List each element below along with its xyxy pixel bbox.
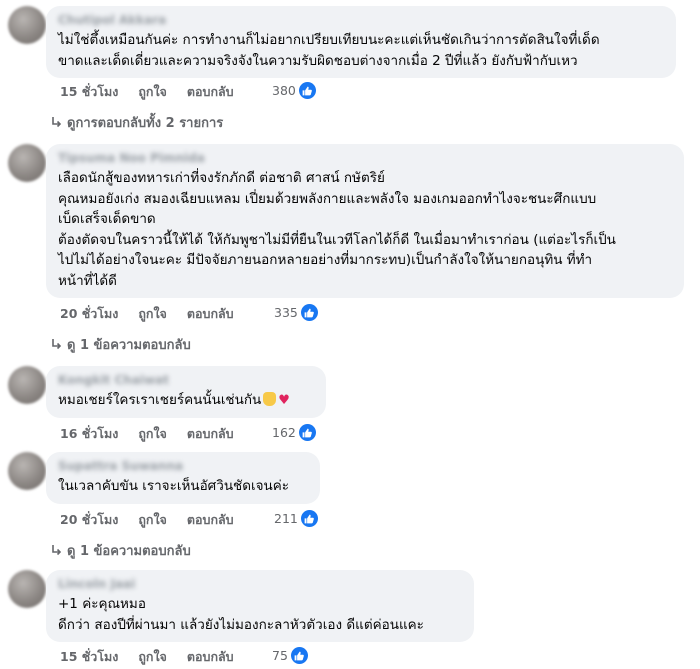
reply-button[interactable]: ตอบกลับ	[187, 647, 234, 667]
view-replies-label: ดู 1 ข้อความตอบกลับ	[67, 544, 191, 559]
reaction-number: 211	[274, 511, 298, 526]
reaction-number: 162	[272, 425, 296, 440]
view-replies-label: ดูการตอบกลับทั้ง 2 รายการ	[67, 116, 224, 131]
like-icon	[300, 304, 318, 321]
comment-text: +1 ค่ะคุณหมอ ดีกว่า สองปีที่ผ่านมา แล้วย…	[58, 596, 424, 633]
reply-button[interactable]: ตอบกลับ	[187, 510, 234, 530]
like-button[interactable]: ถูกใจ	[138, 510, 167, 530]
comment-time[interactable]: 16 ชั่วโมง	[60, 424, 118, 444]
like-button[interactable]: ถูกใจ	[138, 304, 167, 324]
comment-bubble: Tipsuma Noo Pimnida เลือดนักสู้ของทหารเก…	[46, 144, 684, 298]
comment-author[interactable]: Kongkit Chaiwat	[58, 373, 314, 387]
reaction-count[interactable]: 335	[274, 304, 318, 321]
reaction-count[interactable]: 211	[274, 510, 318, 527]
comment-time[interactable]: 20 ชั่วโมง	[60, 510, 118, 530]
reaction-count[interactable]: 162	[272, 424, 316, 441]
comment-time[interactable]: 20 ชั่วโมง	[60, 304, 118, 324]
comment-time[interactable]: 15 ชั่วโมง	[60, 82, 118, 102]
comment-actions: 20 ชั่วโมง ถูกใจ ตอบกลับ	[60, 510, 234, 530]
comment-bubble: Kongkit Chaiwat หมอเชยร์ใครเราเชยร์คนนั้…	[46, 366, 326, 418]
avatar[interactable]	[8, 570, 46, 608]
comment-actions: 20 ชั่วโมง ถูกใจ ตอบกลับ	[60, 304, 234, 324]
thumbs-up-emoji	[263, 392, 277, 406]
comment-text: ในเวลาคับขัน เราจะเห็นอัศวินชัดเจนค่ะ	[58, 478, 290, 494]
reply-arrow-icon	[52, 116, 61, 127]
like-icon	[298, 82, 316, 99]
heart-emoji: ♥	[278, 393, 290, 408]
comment-text-content: หมอเชยร์ใครเราเชยร์คนนั้นเช่นกัน	[58, 392, 262, 408]
like-icon	[298, 424, 316, 441]
like-icon	[290, 647, 308, 664]
comment-text: เลือดนักสู้ของทหารเก่าที่จงรักภักดี ต่อช…	[58, 170, 616, 289]
avatar[interactable]	[8, 452, 46, 490]
reply-button[interactable]: ตอบกลับ	[187, 304, 234, 324]
avatar[interactable]	[8, 366, 46, 404]
comment-text: หมอเชยร์ใครเราเชยร์คนนั้นเช่นกัน ♥	[58, 390, 314, 412]
like-button[interactable]: ถูกใจ	[138, 647, 167, 667]
avatar[interactable]	[8, 144, 46, 182]
comment-bubble: Lincoln Jaai +1 ค่ะคุณหมอ ดีกว่า สองปีที…	[46, 570, 474, 642]
comment-author[interactable]: Chutipol Akkara	[58, 13, 664, 27]
view-replies-link[interactable]: ดูการตอบกลับทั้ง 2 รายการ	[52, 112, 223, 133]
comment-author[interactable]: Supattra Suwanna	[58, 459, 308, 473]
comment-bubble: Chutipol Akkara ไม่ใช่ตึ้งเหมือนกันค่ะ ก…	[46, 6, 676, 78]
reply-button[interactable]: ตอบกลับ	[187, 424, 234, 444]
avatar[interactable]	[8, 6, 46, 44]
comment-author[interactable]: Tipsuma Noo Pimnida	[58, 151, 672, 165]
comment-author[interactable]: Lincoln Jaai	[58, 577, 462, 591]
like-button[interactable]: ถูกใจ	[138, 424, 167, 444]
reply-arrow-icon	[52, 544, 61, 555]
reaction-number: 75	[272, 648, 288, 663]
reaction-count[interactable]: 75	[272, 647, 308, 664]
reaction-number: 335	[274, 305, 298, 320]
comment-text: ไม่ใช่ตึ้งเหมือนกันค่ะ การทำงานก็ไม่อยาก…	[58, 32, 600, 69]
like-icon	[300, 510, 318, 527]
reply-button[interactable]: ตอบกลับ	[187, 82, 234, 102]
comment-actions: 15 ชั่วโมง ถูกใจ ตอบกลับ	[60, 647, 234, 667]
comment-actions: 16 ชั่วโมง ถูกใจ ตอบกลับ	[60, 424, 234, 444]
comment-time[interactable]: 15 ชั่วโมง	[60, 647, 118, 667]
view-replies-label: ดู 1 ข้อความตอบกลับ	[67, 338, 191, 353]
view-replies-link[interactable]: ดู 1 ข้อความตอบกลับ	[52, 334, 191, 355]
like-button[interactable]: ถูกใจ	[138, 82, 167, 102]
reaction-count[interactable]: 380	[272, 82, 316, 99]
view-replies-link[interactable]: ดู 1 ข้อความตอบกลับ	[52, 540, 191, 561]
comment-actions: 15 ชั่วโมง ถูกใจ ตอบกลับ	[60, 82, 234, 102]
reply-arrow-icon	[52, 338, 61, 349]
reaction-number: 380	[272, 83, 296, 98]
comment-bubble: Supattra Suwanna ในเวลาคับขัน เราจะเห็นอ…	[46, 452, 320, 504]
